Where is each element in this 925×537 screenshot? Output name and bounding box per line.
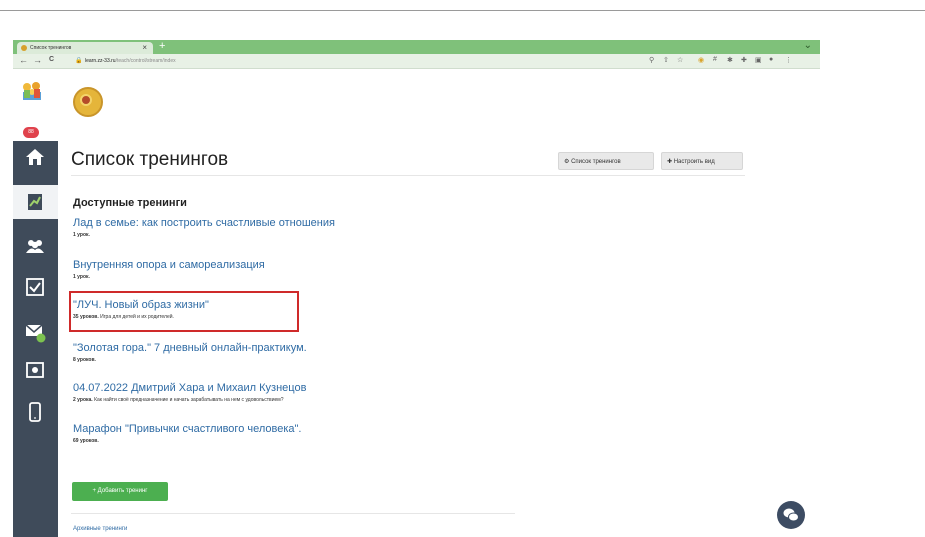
profile-avatar-icon[interactable]: ●: [769, 56, 773, 63]
browser-menu-icon[interactable]: ⋮: [785, 56, 792, 64]
new-tab-button[interactable]: +: [159, 40, 165, 52]
zoom-icon[interactable]: ⚲: [649, 56, 654, 64]
training-description: Игра для детей и их родителей.: [100, 314, 174, 320]
camera-icon[interactable]: [24, 359, 46, 381]
sitemap-icon: ⚙: [564, 159, 570, 165]
archive-trainings-link[interactable]: Архивные тренинги: [73, 526, 127, 532]
training-link[interactable]: Марафон "Привычки счастливого человека".: [73, 423, 302, 435]
training-description: Как найти своё предназначение и начать з…: [94, 397, 284, 403]
training-link[interactable]: Внутренняя опора и самореализация: [73, 259, 265, 271]
list-item: Лад в семье: как построить счастливые от…: [73, 217, 335, 238]
back-button[interactable]: ←: [19, 55, 28, 65]
lesson-count: 2 урока.: [73, 397, 93, 403]
school-logo[interactable]: [73, 87, 103, 117]
chart-icon: [28, 194, 42, 210]
lesson-count: 35 уроков.: [73, 314, 99, 320]
mail-icon[interactable]: [24, 321, 46, 343]
list-item: "ЛУЧ. Новый образ жизни" 35 уроков. Игра…: [73, 299, 209, 320]
lock-icon: 🔒: [75, 58, 83, 64]
training-link[interactable]: "ЛУЧ. Новый образ жизни": [73, 299, 209, 311]
chat-button[interactable]: [777, 501, 805, 529]
notification-badge[interactable]: 88: [23, 127, 39, 138]
favicon-icon: [21, 45, 27, 51]
tab-bar: Список тренингов × + ⌄: [13, 40, 820, 54]
list-item: Марафон "Привычки счастливого человека".…: [73, 423, 302, 444]
title-divider: [71, 175, 745, 176]
puzzle-icon: ✚: [667, 159, 673, 165]
forward-button[interactable]: →: [33, 55, 42, 65]
mobile-icon[interactable]: [24, 401, 46, 423]
lesson-count: 8 уроков.: [73, 357, 96, 363]
extensions-puzzle-icon[interactable]: ✚: [741, 56, 747, 64]
bookmark-star-icon[interactable]: ☆: [677, 56, 683, 64]
window-menu-icon[interactable]: ⌄: [804, 40, 812, 51]
list-item: "Золотая гора." 7 дневный онлайн-практик…: [73, 342, 307, 363]
checkbox-icon[interactable]: [24, 276, 46, 298]
customize-view-button[interactable]: ✚ Настроить вид: [661, 152, 743, 170]
browser-window: Список тренингов × + ⌄ ← → C 🔒 learn.zz-…: [13, 40, 820, 537]
sidepanel-icon[interactable]: ▣: [755, 56, 762, 64]
tab-active[interactable]: Список тренингов ×: [17, 42, 153, 54]
training-link[interactable]: 04.07.2022 Дмитрий Хара и Михаил Кузнецо…: [73, 382, 306, 394]
tab-close-icon[interactable]: ×: [142, 43, 147, 52]
extension-pin-icon[interactable]: ✱: [727, 56, 733, 64]
share-icon[interactable]: ⇧: [663, 56, 669, 64]
training-link[interactable]: Лад в семье: как построить счастливые от…: [73, 217, 335, 229]
url-path: /teach/control/stream/index: [115, 58, 176, 64]
chat-icon: [783, 508, 799, 522]
page-title: Список тренингов: [71, 149, 229, 170]
list-item: 04.07.2022 Дмитрий Хара и Михаил Кузнецо…: [73, 382, 306, 403]
lesson-count: 1 урок.: [73, 274, 90, 280]
address-bar: ← → C 🔒 learn.zz-33.ru/teach/control/str…: [13, 54, 820, 69]
extension-icon[interactable]: ◉: [698, 56, 704, 64]
add-training-button[interactable]: + Добавить тренинг: [72, 482, 168, 501]
home-icon[interactable]: [24, 146, 46, 168]
tab-title: Список тренингов: [30, 45, 72, 51]
family-logo-icon[interactable]: [21, 78, 43, 102]
lesson-count: 69 уроков.: [73, 438, 99, 444]
extension-hash-icon[interactable]: #: [713, 56, 717, 63]
lesson-count: 1 урок.: [73, 232, 90, 238]
url-input[interactable]: 🔒 learn.zz-33.ru/teach/control/stream/in…: [75, 56, 635, 66]
list-item: Внутренняя опора и самореализация 1 урок…: [73, 259, 265, 280]
reload-button[interactable]: C: [49, 56, 54, 63]
section-title: Доступные тренинги: [73, 197, 187, 209]
training-link[interactable]: "Золотая гора." 7 дневный онлайн-практик…: [73, 342, 307, 354]
sidebar-item-trainings[interactable]: [13, 185, 58, 219]
app-sidebar: 88: [13, 69, 58, 537]
bottom-divider: [71, 513, 515, 514]
training-list-button[interactable]: ⚙ Список тренингов: [558, 152, 654, 170]
top-divider: [0, 10, 925, 11]
users-icon[interactable]: [24, 235, 46, 257]
url-host: learn.zz-33.ru: [85, 58, 116, 64]
